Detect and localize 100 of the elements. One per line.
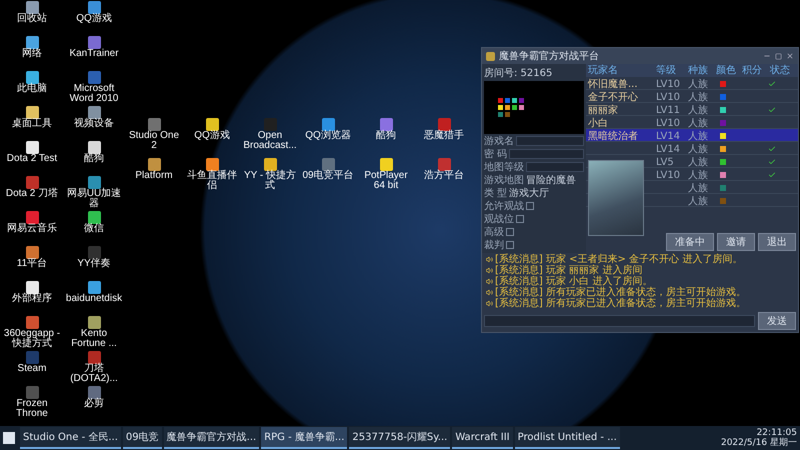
- shortcut-label: 回收站: [16, 14, 48, 24]
- desktop-shortcut[interactable]: 斗鱼直播伴侣: [184, 158, 240, 198]
- desktop-shortcut[interactable]: PotPlayer 64 bit: [358, 158, 414, 198]
- player-level: LV14: [655, 130, 682, 142]
- checkbox[interactable]: [516, 215, 524, 223]
- shortcut-label: 恶魔猎手: [423, 131, 465, 141]
- player-race: 人族: [687, 130, 709, 143]
- desktop-shortcut[interactable]: 恶魔猎手: [416, 118, 472, 158]
- desktop-shortcut[interactable]: 360eggapp - 快捷方式: [2, 316, 62, 351]
- input-field[interactable]: [509, 149, 584, 159]
- desktop-shortcut[interactable]: 11平台: [2, 246, 62, 281]
- shortcut-label: QQ游戏: [75, 14, 113, 24]
- player-level: LV10: [655, 92, 682, 102]
- desktop-shortcut[interactable]: Studio One 2: [126, 118, 182, 158]
- maximize-icon[interactable]: [775, 52, 782, 60]
- desktop-shortcut[interactable]: KanTrainer: [64, 36, 124, 71]
- column-header: 等级: [655, 64, 677, 77]
- desktop-shortcut[interactable]: YY伴奏: [64, 246, 124, 281]
- system-message: [系统消息] 玩家 丽丽家 进入房间: [495, 265, 642, 276]
- player-race: 人族: [687, 168, 709, 182]
- desktop-shortcut[interactable]: Platform: [126, 158, 182, 198]
- desktop-shortcut[interactable]: 酷狗: [358, 118, 414, 158]
- action-button[interactable]: 准备中: [666, 233, 714, 251]
- desktop-shortcut[interactable]: 此电脑: [2, 71, 62, 106]
- action-button[interactable]: 退出: [758, 233, 796, 251]
- desktop-shortcut[interactable]: 网易UU加速器: [64, 176, 124, 211]
- setting-value: 冒险的魔兽: [526, 174, 576, 187]
- player-name: 黑暗统治者: [587, 130, 639, 143]
- checkbox[interactable]: [506, 241, 514, 249]
- column-header: 积分: [741, 64, 763, 77]
- player-row[interactable]: 金子不开心 LV10 人族: [586, 90, 798, 103]
- taskbar-item[interactable]: Prodlist Untitled - ...: [514, 427, 620, 449]
- shortcut-label: 刀塔 (DOTA2)...: [69, 364, 119, 384]
- desktop-shortcut[interactable]: 桌面工具: [2, 106, 62, 141]
- shortcut-label: 11平台: [16, 259, 48, 269]
- setting-label: 高级: [484, 226, 504, 239]
- input-field[interactable]: [516, 136, 584, 146]
- desktop-shortcut[interactable]: 酷狗: [64, 141, 124, 176]
- action-button[interactable]: 邀请: [717, 233, 755, 251]
- taskbar-item[interactable]: Studio One - 全民...: [20, 427, 121, 449]
- setting-label: 观战位: [484, 212, 514, 226]
- desktop-shortcut[interactable]: 浩方平台: [416, 158, 472, 198]
- desktop-shortcut[interactable]: Dota 2 Test: [2, 141, 62, 176]
- player-level: LV11: [655, 104, 682, 116]
- shortcut-label: Platform: [134, 171, 174, 181]
- taskbar-item[interactable]: 魔兽争霸官方对战...: [164, 427, 260, 449]
- shortcut-label: Steam: [16, 364, 48, 374]
- desktop-shortcut[interactable]: 09电竞平台: [300, 158, 356, 198]
- player-race: 人族: [687, 142, 709, 156]
- taskbar-item[interactable]: 25377758-闪耀Sy...: [349, 427, 450, 449]
- close-icon[interactable]: [786, 52, 794, 60]
- desktop-shortcut[interactable]: 视频设备: [64, 106, 124, 141]
- desktop-shortcut[interactable]: Dota 2 刀塔: [2, 176, 62, 211]
- setting-value: 游戏大厅: [509, 186, 550, 200]
- desktop-shortcut[interactable]: Steam: [2, 351, 62, 386]
- shortcut-label: 网络: [21, 49, 43, 59]
- shortcut-label: Dota 2 刀塔: [4, 189, 60, 199]
- column-header: 玩家名: [587, 64, 619, 77]
- desktop-shortcut[interactable]: Microsoft Word 2010: [64, 71, 124, 106]
- taskbar-item[interactable]: Warcraft III: [452, 427, 513, 449]
- checkbox[interactable]: [506, 228, 514, 236]
- window-title: 魔兽争霸官方对战平台: [499, 50, 600, 63]
- shortcut-label: 网易UU加速器: [66, 189, 122, 209]
- shortcut-label: 网易云音乐: [6, 224, 58, 234]
- desktop-shortcut[interactable]: 刀塔 (DOTA2)...: [64, 351, 124, 386]
- desktop-shortcut[interactable]: Frozen Throne: [2, 386, 62, 421]
- player-row[interactable]: LV14 人族: [586, 142, 798, 155]
- desktop-shortcut[interactable]: 必剪: [64, 386, 124, 421]
- desktop-shortcut[interactable]: baidunetdisk: [64, 281, 124, 316]
- player-race: 人族: [687, 182, 709, 195]
- desktop-shortcut[interactable]: 外部程序: [2, 281, 62, 316]
- desktop-shortcut[interactable]: 网络: [2, 36, 62, 71]
- system-message: [系统消息] 玩家 <王者归来> 金子不开心 进入了房间。: [495, 254, 742, 265]
- desktop-shortcut[interactable]: 回收站: [2, 1, 62, 36]
- desktop-shortcut[interactable]: Kento Fortune ...: [64, 316, 124, 351]
- column-header: 种族: [687, 64, 709, 77]
- desktop-shortcut[interactable]: 微信: [64, 211, 124, 246]
- desktop-shortcut[interactable]: 网易云音乐: [2, 211, 62, 246]
- input-field[interactable]: [526, 162, 584, 172]
- taskbar-item[interactable]: RPG - 魔兽争霸...: [261, 427, 348, 449]
- desktop-shortcut[interactable]: QQ游戏: [184, 118, 240, 158]
- player-row[interactable]: 丽丽家 LV11 人族: [586, 103, 798, 116]
- shortcut-label: 此电脑: [16, 84, 48, 94]
- shortcut-label: 斗鱼直播伴侣: [186, 171, 238, 191]
- desktop-shortcut[interactable]: QQ浏览器: [300, 118, 356, 158]
- player-race: 人族: [687, 194, 709, 208]
- player-row[interactable]: 黑暗统治者 LV14 人族: [586, 129, 798, 142]
- player-race: 人族: [687, 90, 709, 104]
- desktop-shortcut[interactable]: YY - 快捷方式: [242, 158, 298, 198]
- taskbar-item[interactable]: 09电竞: [122, 427, 162, 449]
- desktop-shortcut[interactable]: Open Broadcast...: [242, 118, 298, 158]
- player-row[interactable]: 怀旧魔兽... LV10 人族: [586, 77, 798, 90]
- checkbox[interactable]: [526, 202, 534, 210]
- shortcut-label: QQ浏览器: [304, 131, 352, 141]
- desktop-shortcut[interactable]: QQ游戏: [64, 1, 124, 36]
- player-race: 人族: [687, 156, 709, 169]
- send-button[interactable]: 发送: [758, 312, 796, 330]
- setting-label: 裁判: [484, 238, 504, 252]
- room-number: 房间号: 52165: [484, 66, 554, 80]
- chat-input[interactable]: [484, 315, 755, 327]
